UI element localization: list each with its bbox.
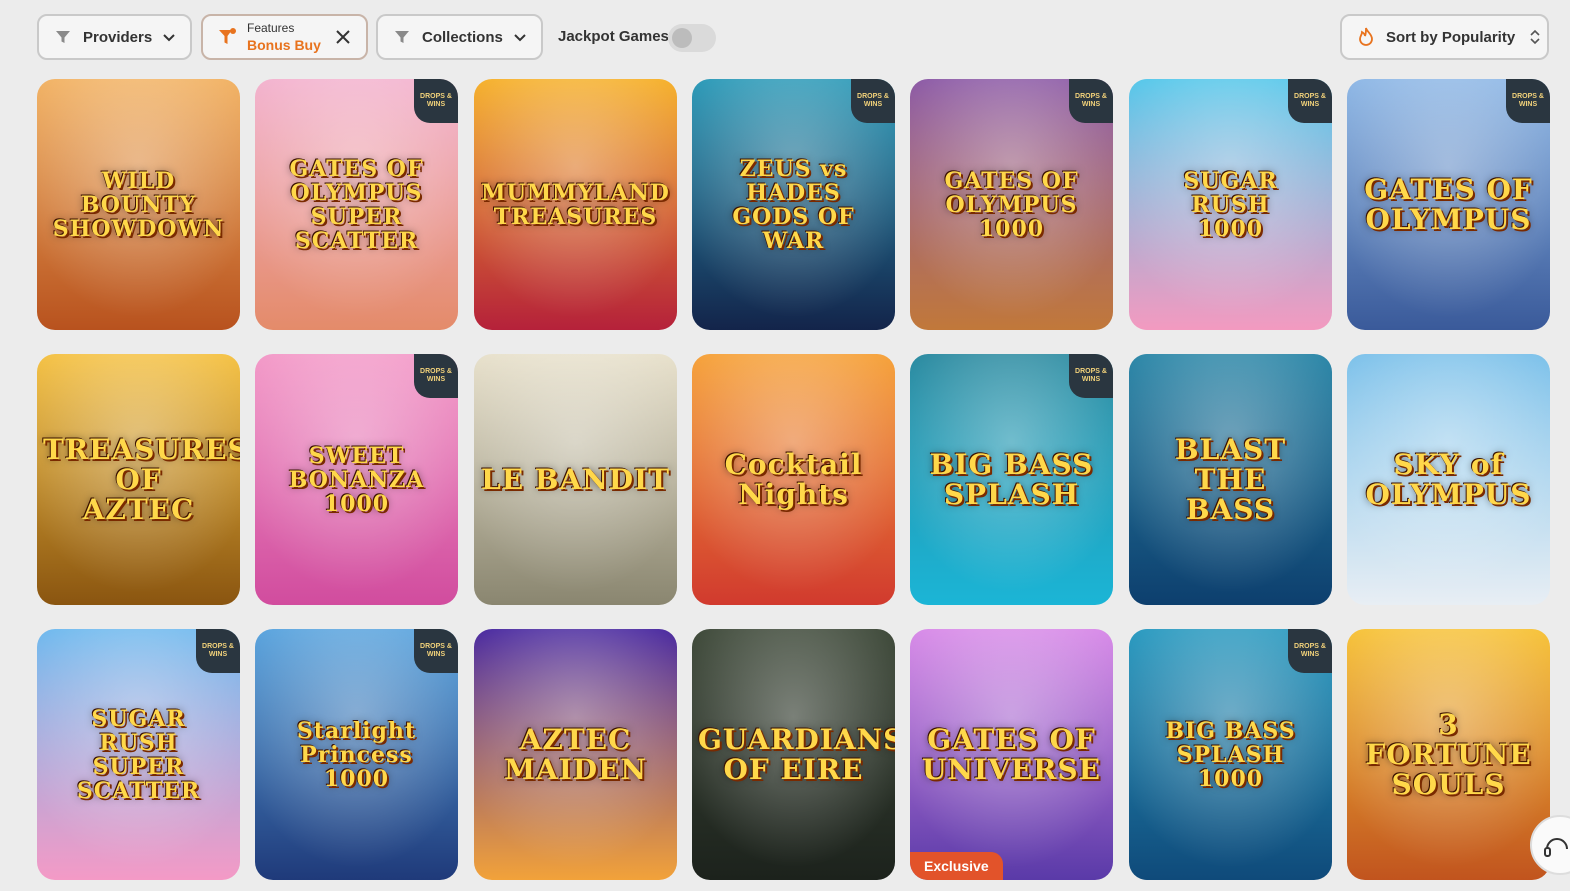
features-filter-button[interactable]: Features Bonus Buy (201, 14, 368, 60)
game-title: MUMMYLAND TREASURES (481, 179, 670, 230)
sort-updown-icon (1529, 29, 1543, 45)
drops-wins-badge: DROPS & WINS (414, 79, 458, 123)
toggle-knob (672, 28, 692, 48)
game-tile[interactable]: ZEUS vs HADES GODS OF WAR DROPS & WINS (692, 79, 895, 330)
game-tile[interactable]: SUGAR RUSH SUPER SCATTER DROPS & WINS (37, 629, 240, 880)
filter-icon (392, 27, 412, 47)
features-value: Bonus Buy (247, 37, 321, 53)
collections-label: Collections (422, 28, 503, 46)
features-caption: Features (247, 21, 295, 35)
game-title: ZEUS vs HADES GODS OF WAR (732, 155, 855, 254)
jackpot-games-toggle[interactable] (668, 24, 716, 52)
game-title: BIG BASS SPLASH 1000 (1165, 717, 1296, 792)
game-tile[interactable]: Starlight Princess 1000 DROPS & WINS (255, 629, 458, 880)
game-tile[interactable]: BLAST THE BASS (1129, 354, 1332, 605)
game-title: SUGAR RUSH SUPER SCATTER (76, 705, 201, 804)
game-tile[interactable]: WILD BOUNTY SHOWDOWN (37, 79, 240, 330)
game-title: Cocktail Nights (724, 447, 863, 511)
game-title: 3 FORTUNE SOULS (1365, 707, 1532, 801)
game-title: SUGAR RUSH 1000 (1183, 167, 1278, 242)
drops-wins-badge: DROPS & WINS (1506, 79, 1550, 123)
filter-icon (53, 27, 73, 47)
drops-wins-badge: DROPS & WINS (414, 629, 458, 673)
providers-filter-button[interactable]: Providers (37, 14, 192, 60)
drops-wins-badge: DROPS & WINS (1069, 354, 1113, 398)
game-tile[interactable]: BIG BASS SPLASH DROPS & WINS (910, 354, 1113, 605)
features-text: Features Bonus Buy (247, 20, 321, 54)
sort-label: Sort by Popularity (1386, 28, 1516, 46)
game-title: AZTEC MAIDEN (503, 722, 648, 786)
chevron-down-icon (162, 30, 176, 44)
flame-icon (1356, 27, 1376, 47)
game-tile[interactable]: TREASURES OF AZTEC (37, 354, 240, 605)
game-title: GATES OF UNIVERSE (921, 722, 1101, 786)
game-tile[interactable]: MUMMYLAND TREASURES (474, 79, 677, 330)
chevron-down-icon (513, 30, 527, 44)
game-title: GATES OF OLYMPUS 1000 (944, 167, 1079, 242)
game-title: BIG BASS SPLASH (929, 447, 1094, 511)
game-tile[interactable]: LE BANDIT (474, 354, 677, 605)
drops-wins-badge: DROPS & WINS (414, 354, 458, 398)
features-icon (217, 27, 237, 47)
game-tile[interactable]: GUARDIANS OF EIRE (692, 629, 895, 880)
drops-wins-badge: DROPS & WINS (1069, 79, 1113, 123)
collections-filter-button[interactable]: Collections (376, 14, 543, 60)
game-tile[interactable]: Cocktail Nights (692, 354, 895, 605)
drops-wins-badge: DROPS & WINS (1288, 629, 1332, 673)
game-tile[interactable]: SUGAR RUSH 1000 DROPS & WINS (1129, 79, 1332, 330)
game-title: TREASURES OF AZTEC (43, 432, 240, 526)
exclusive-badge: Exclusive (910, 852, 1003, 880)
game-title: LE BANDIT (481, 462, 670, 496)
clear-features-close-icon[interactable] (333, 27, 353, 47)
game-title: SKY of OLYMPUS (1365, 447, 1532, 511)
providers-label: Providers (83, 28, 153, 46)
game-tile[interactable]: GATES OF UNIVERSE Exclusive (910, 629, 1113, 880)
drops-wins-badge: DROPS & WINS (1288, 79, 1332, 123)
game-title: GATES OF OLYMPUS (1364, 172, 1533, 236)
filter-bar: Providers Features Bonus Buy Collections… (0, 0, 1570, 78)
jackpot-games-label: Jackpot Games (558, 28, 669, 45)
game-title: Starlight Princess 1000 (296, 717, 417, 792)
game-tile[interactable]: GATES OF OLYMPUS SUPER SCATTER DROPS & WI… (255, 79, 458, 330)
game-tile[interactable]: SKY of OLYMPUS (1347, 354, 1550, 605)
game-tile[interactable]: GATES OF OLYMPUS DROPS & WINS (1347, 79, 1550, 330)
game-tile[interactable]: 3 FORTUNE SOULS (1347, 629, 1550, 880)
game-title: WILD BOUNTY SHOWDOWN (52, 167, 225, 242)
headset-icon (1544, 838, 1568, 857)
game-tile[interactable]: AZTEC MAIDEN (474, 629, 677, 880)
game-title: GATES OF OLYMPUS SUPER SCATTER (289, 155, 424, 254)
game-title: SWEET BONANZA 1000 (288, 442, 425, 517)
game-tile[interactable]: BIG BASS SPLASH 1000 DROPS & WINS (1129, 629, 1332, 880)
drops-wins-badge: DROPS & WINS (196, 629, 240, 673)
game-tile[interactable]: SWEET BONANZA 1000 DROPS & WINS (255, 354, 458, 605)
game-title: GUARDIANS OF EIRE (698, 722, 895, 786)
game-title: BLAST THE BASS (1174, 432, 1287, 526)
drops-wins-badge: DROPS & WINS (851, 79, 895, 123)
game-tile[interactable]: GATES OF OLYMPUS 1000 DROPS & WINS (910, 79, 1113, 330)
sort-select[interactable]: Sort by Popularity (1340, 14, 1549, 60)
